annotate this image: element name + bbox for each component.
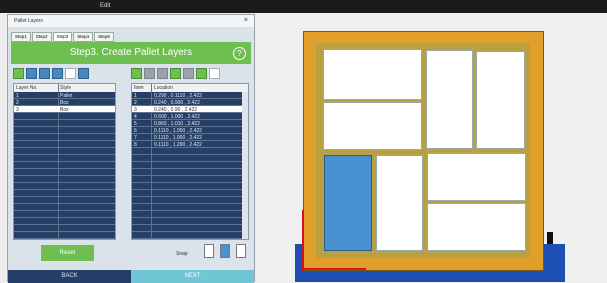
- table-row: [132, 155, 248, 162]
- col-style: Style: [60, 85, 72, 91]
- window-title: Pallet Layers: [14, 18, 43, 24]
- box-item[interactable]: [426, 50, 473, 149]
- layers-table-header: Layer No. Style: [14, 84, 115, 92]
- table-row: [14, 204, 115, 211]
- table-row: [14, 155, 115, 162]
- grid-icon[interactable]: [144, 68, 155, 79]
- table-row: [132, 218, 248, 225]
- table-row: [14, 232, 115, 239]
- table-row: [14, 183, 115, 190]
- top-bar: Edit: [0, 0, 607, 13]
- table-row: [132, 225, 248, 232]
- selected-box-item[interactable]: [324, 155, 372, 251]
- box-item[interactable]: [476, 51, 525, 149]
- tab-step1[interactable]: Step1: [11, 32, 31, 42]
- table-row: [132, 148, 248, 155]
- box-item[interactable]: [323, 49, 422, 100]
- delete-layer-icon[interactable]: [78, 68, 89, 79]
- export-icon[interactable]: [65, 68, 76, 79]
- y-axis-gizmo: [302, 210, 304, 272]
- move-layer-icon[interactable]: [26, 68, 37, 79]
- table-row: [14, 141, 115, 148]
- table-row: [132, 162, 248, 169]
- tab-step5[interactable]: Step5: [94, 32, 114, 42]
- box-item[interactable]: [427, 203, 526, 251]
- help-icon[interactable]: ?: [233, 47, 246, 60]
- close-icon[interactable]: ×: [244, 17, 248, 24]
- x-axis-gizmo: [302, 268, 366, 270]
- step-tabs: Step1 Step2 Step3 Step4 Step5: [11, 32, 114, 42]
- step-title: Step3. Create Pallet Layers: [69, 47, 193, 58]
- delete-item-icon[interactable]: [209, 68, 220, 79]
- snap-left-icon[interactable]: [204, 244, 214, 258]
- table-row: [14, 225, 115, 232]
- table-row: [14, 211, 115, 218]
- box-item[interactable]: [376, 155, 423, 251]
- table-row: [14, 127, 115, 134]
- table-row[interactable]: 3 0.240 , 0.90 , 2.422: [132, 106, 248, 113]
- table-row[interactable]: 3 Box: [14, 106, 115, 113]
- items-table-header: Item Location: [132, 84, 248, 92]
- table-row: [14, 134, 115, 141]
- table-row[interactable]: 2 Box: [14, 99, 115, 106]
- table-row[interactable]: 6 0.1110 , 1.050 , 2.422: [132, 127, 248, 134]
- table-row: [132, 197, 248, 204]
- copy-layer-icon[interactable]: [39, 68, 50, 79]
- table-row: [132, 176, 248, 183]
- tab-step2[interactable]: Step2: [31, 32, 52, 42]
- table-row[interactable]: 1 Pallet: [14, 92, 115, 99]
- tab-step4[interactable]: Step4: [73, 32, 94, 42]
- col-item: Item: [134, 85, 144, 91]
- align-icon[interactable]: [157, 68, 168, 79]
- mirror-icon[interactable]: [196, 68, 207, 79]
- table-row[interactable]: 7 0.1110 , 1.000 , 2.422: [132, 134, 248, 141]
- back-button[interactable]: BACK: [8, 270, 131, 283]
- table-row: [132, 190, 248, 197]
- table-row: [14, 197, 115, 204]
- table-row[interactable]: 5 0.860 , 1.010 , 2.422: [132, 120, 248, 127]
- table-row: [14, 120, 115, 127]
- snap-center-icon[interactable]: [220, 244, 230, 258]
- pattern-icon[interactable]: [170, 68, 181, 79]
- table-row: [14, 190, 115, 197]
- table-row: [14, 148, 115, 155]
- rotate-icon[interactable]: [183, 68, 194, 79]
- snap-right-icon[interactable]: [236, 244, 246, 258]
- table-row[interactable]: 2 0.240 , 0.900 , 2.422: [132, 99, 248, 106]
- table-row: [132, 169, 248, 176]
- reset-button[interactable]: Reset: [41, 245, 94, 261]
- add-item-icon[interactable]: [131, 68, 142, 79]
- table-row: [132, 204, 248, 211]
- table-row: [14, 169, 115, 176]
- box-item[interactable]: [323, 102, 422, 150]
- layers-table: Layer No. Style 1 Pallet 2 Box 3 Box: [13, 83, 116, 240]
- next-button[interactable]: NEXT: [131, 270, 254, 283]
- table-row: [14, 218, 115, 225]
- table-row: [132, 232, 248, 239]
- window-titlebar: Pallet Layers ×: [8, 15, 254, 27]
- add-layer-icon[interactable]: [13, 68, 24, 79]
- col-layer-no: Layer No.: [16, 85, 38, 91]
- col-location: Location: [154, 85, 173, 91]
- snap-label: Snap: [176, 251, 188, 257]
- item-toolbar: [131, 68, 220, 81]
- step-header: Step3. Create Pallet Layers ?: [11, 42, 251, 64]
- box-item[interactable]: [427, 153, 526, 201]
- tab-step3[interactable]: Step3: [52, 32, 73, 42]
- table-row: [14, 176, 115, 183]
- top-bar-title: Edit: [100, 3, 111, 9]
- table-row[interactable]: 1 0.290 , 0.1110 , 2.422: [132, 92, 248, 99]
- table-row[interactable]: 4 0.600 , 1.000 , 2.422: [132, 113, 248, 120]
- table-row[interactable]: 8 0.1110 , 1.290 , 2.422: [132, 141, 248, 148]
- pallet-layers-window: Pallet Layers × Step1 Step2 Step3 Step4 …: [7, 14, 255, 283]
- table-row: [132, 183, 248, 190]
- table-row: [132, 211, 248, 218]
- items-scrollbar[interactable]: [242, 92, 248, 239]
- table-row: [14, 113, 115, 120]
- table-row: [14, 162, 115, 169]
- items-table: Item Location 1 0.290 , 0.1110 , 2.422 2…: [131, 83, 249, 240]
- paste-layer-icon[interactable]: [52, 68, 63, 79]
- layer-toolbar: [13, 68, 89, 81]
